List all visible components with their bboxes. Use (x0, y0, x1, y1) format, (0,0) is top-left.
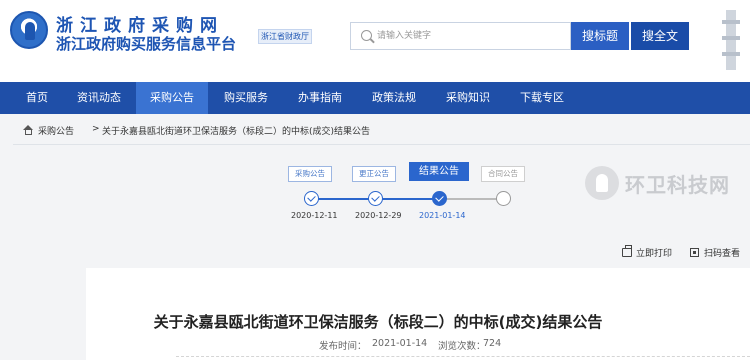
step-connector (382, 198, 434, 200)
scan-qr-button[interactable]: 扫码查看 (704, 246, 740, 259)
step-connector (318, 198, 370, 200)
search-box (350, 22, 571, 50)
nav-item-procurement-notice[interactable]: 采购公告 (136, 82, 208, 114)
search-input[interactable] (377, 27, 567, 45)
step-done-check-icon (368, 191, 383, 206)
step-pending-circle-icon (496, 191, 511, 206)
publish-time-label: 发布时间： (319, 341, 367, 352)
breadcrumb-divider (13, 144, 750, 145)
printer-icon[interactable] (622, 245, 632, 257)
nav-item-news[interactable]: 资讯动态 (64, 82, 134, 114)
site-subtitle: 浙江政府购买服务信息平台 (56, 35, 237, 53)
breadcrumb-current: 关于永嘉县瓯北街道环卫保洁服务（标段二）的中标(成交)结果公告 (102, 127, 371, 137)
site-logo[interactable] (10, 11, 48, 49)
step-label-correction[interactable]: 更正公告 (352, 166, 396, 182)
view-count-value: 724 (483, 338, 502, 349)
nav-item-policy[interactable]: 政策法规 (358, 82, 430, 114)
step-date-correction: 2020-12-29 (355, 211, 402, 220)
step-done-check-icon (304, 191, 319, 206)
step-label-contract: 合同公告 (481, 166, 525, 182)
site-header: 浙江政府采购网 浙江政府购买服务信息平台 浙江省财政厅 搜标题 搜全文 (0, 0, 750, 82)
pagoda-decoration-icon (714, 6, 748, 80)
search-fulltext-button[interactable]: 搜全文 (631, 22, 689, 50)
publish-time-value: 2021-01-14 (372, 338, 428, 349)
watermark-text: 环卫科技网 (625, 173, 730, 197)
step-current-check-icon (432, 191, 447, 206)
nav-item-download[interactable]: 下载专区 (506, 82, 578, 114)
nav-item-home[interactable]: 首页 (12, 82, 62, 114)
step-date-result: 2021-01-14 (419, 211, 466, 220)
finance-dept-tag[interactable]: 浙江省财政厅 (258, 29, 312, 44)
step-label-result[interactable]: 结果公告 (409, 162, 469, 181)
step-date-procurement: 2020-12-11 (291, 211, 338, 220)
breadcrumb-separator: > (92, 124, 100, 134)
watermark-logo-icon (585, 166, 619, 200)
qr-code-icon[interactable] (690, 248, 699, 257)
breadcrumb-link[interactable]: 采购公告 (38, 124, 74, 137)
view-count-label: 浏览次数： (438, 341, 486, 352)
meta-divider (176, 356, 750, 357)
search-title-button[interactable]: 搜标题 (571, 22, 629, 50)
step-connector (446, 198, 500, 200)
home-icon[interactable] (23, 125, 34, 135)
print-button[interactable]: 立即打印 (636, 246, 672, 259)
watermark: 环卫科技网 (577, 162, 750, 208)
search-icon (361, 30, 372, 41)
nav-item-knowledge[interactable]: 采购知识 (432, 82, 504, 114)
breadcrumb: 采购公告 > 关于永嘉县瓯北街道环卫保洁服务（标段二）的中标(成交)结果公告 (13, 122, 750, 140)
step-label-procurement[interactable]: 采购公告 (288, 166, 332, 182)
main-nav: 首页 资讯动态 采购公告 购买服务 办事指南 政策法规 采购知识 下载专区 (0, 82, 750, 114)
nav-item-purchase-service[interactable]: 购买服务 (210, 82, 282, 114)
nav-item-guide[interactable]: 办事指南 (284, 82, 356, 114)
article-title: 关于永嘉县瓯北街道环卫保洁服务（标段二）的中标(成交)结果公告 (153, 313, 603, 331)
